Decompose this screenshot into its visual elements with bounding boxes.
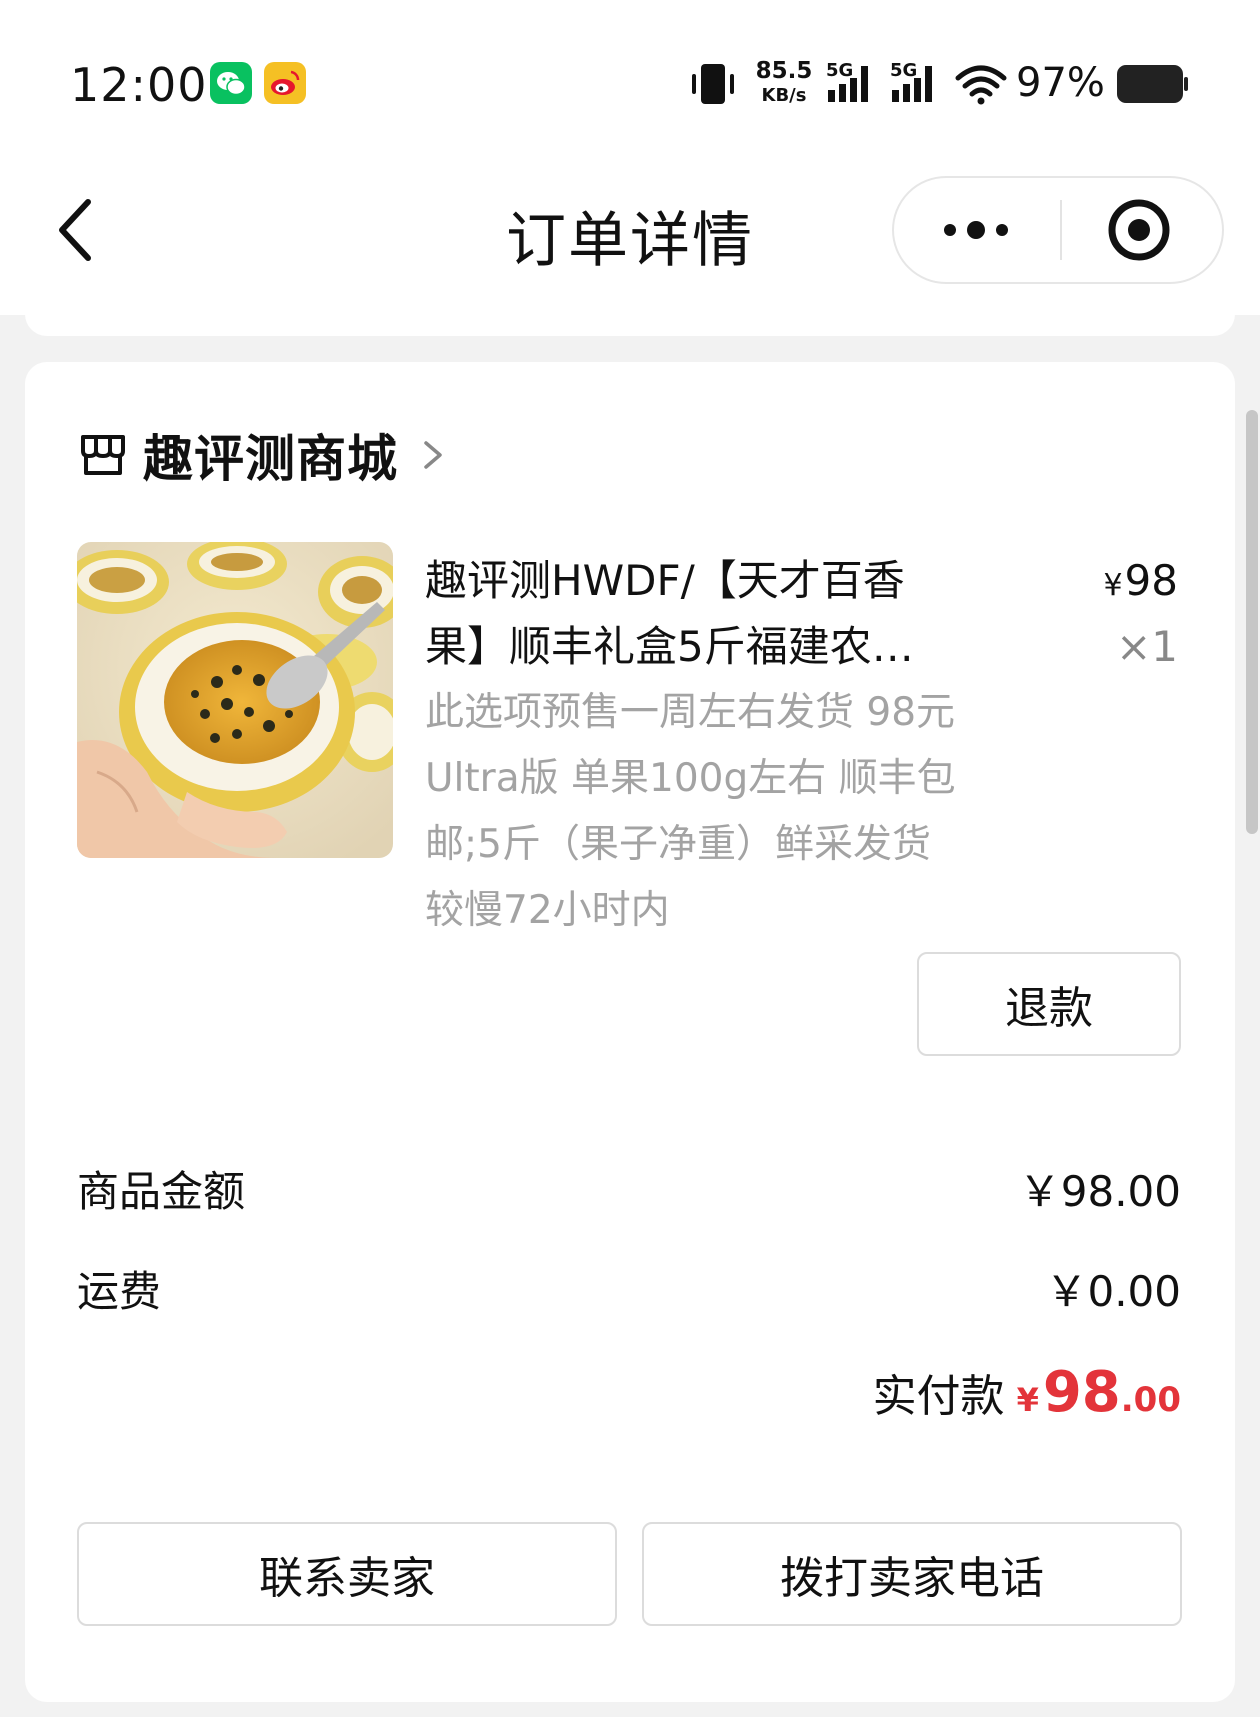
top-bar: 12:00 85.5 KB/s 5G 5G 97% 订单详情 — [0, 0, 1260, 315]
scrollbar[interactable] — [1246, 410, 1258, 834]
goods-amount-label: 商品金额 — [77, 1167, 246, 1216]
product-spec-line: 较慢72小时内 — [425, 888, 670, 933]
shop-link[interactable]: 趣评测商城 — [77, 420, 446, 490]
signal-tag: 5G — [890, 60, 918, 81]
product-price: ¥98 — [1103, 548, 1178, 619]
contact-seller-button[interactable]: 联系卖家 — [77, 1522, 617, 1626]
close-mini-program-button[interactable] — [1062, 178, 1222, 282]
product-quantity: ×1 — [1116, 622, 1178, 671]
signal-icon: 5G — [826, 60, 876, 110]
net-speed-value: 85.5 — [755, 58, 813, 84]
battery-percent: 97% — [1016, 60, 1105, 106]
call-seller-button[interactable]: 拨打卖家电话 — [642, 1522, 1182, 1626]
product-spec-line: Ultra版 单果100g左右 顺丰包 — [425, 756, 956, 801]
paid-label: 实付款 — [872, 1371, 1005, 1422]
product-title-line: 果】顺丰礼盒5斤福建农… — [425, 622, 914, 671]
target-circle-icon — [1108, 199, 1170, 261]
net-speed: 85.5 KB/s — [752, 60, 816, 105]
product-spec: 此选项预售一周左右发货 98元 Ultra版 单果100g左右 顺丰包 邮;5斤… — [425, 680, 985, 944]
refund-button[interactable]: 退款 — [917, 952, 1181, 1056]
price-value: 98 — [1124, 556, 1178, 605]
paid-total-row: 实付款 ¥ 98 .00 — [873, 1360, 1181, 1425]
product-image[interactable] — [77, 542, 393, 858]
more-button[interactable] — [894, 178, 1059, 282]
chevron-right-icon — [424, 441, 442, 469]
previous-card-edge — [25, 300, 1235, 336]
product-spec-line: 邮;5斤（果子净重）鲜采发货 — [425, 822, 931, 867]
paid-integer: 98 — [1042, 1360, 1121, 1425]
goods-amount-value: ￥98.00 — [1018, 1167, 1181, 1216]
battery-icon — [1117, 65, 1188, 103]
signal-icon: 5G — [890, 60, 940, 110]
vibrate-icon — [692, 64, 734, 104]
weibo-icon — [264, 62, 306, 104]
order-card: 趣评测商城 趣评测HWDF/【天才百香 果】顺丰礼盒5斤福建农… ¥98 ×1 … — [25, 362, 1235, 1702]
product-title[interactable]: 趣评测HWDF/【天才百香 果】顺丰礼盒5斤福建农… — [425, 548, 965, 680]
store-icon — [81, 435, 125, 475]
net-speed-unit: KB/s — [761, 85, 807, 106]
wechat-icon — [210, 62, 252, 104]
mini-program-capsule — [892, 176, 1224, 284]
shop-name: 趣评测商城 — [143, 430, 398, 488]
product-title-line: 趣评测HWDF/【天才百香 — [425, 556, 905, 605]
status-time: 12:00 — [70, 58, 208, 112]
shipping-amount: ￥0.00 — [1045, 1267, 1181, 1316]
status-bar: 12:00 85.5 KB/s 5G 5G 97% — [0, 0, 1260, 150]
price-symbol: ¥ — [1103, 568, 1123, 603]
more-dots-icon — [944, 221, 1008, 239]
paid-symbol: ¥ — [1016, 1381, 1039, 1419]
paid-decimal: .00 — [1120, 1380, 1181, 1420]
wifi-icon — [955, 65, 1007, 105]
signal-tag: 5G — [826, 60, 854, 81]
shipping-label: 运费 — [77, 1267, 162, 1316]
product-spec-line: 此选项预售一周左右发货 98元 — [425, 690, 956, 735]
